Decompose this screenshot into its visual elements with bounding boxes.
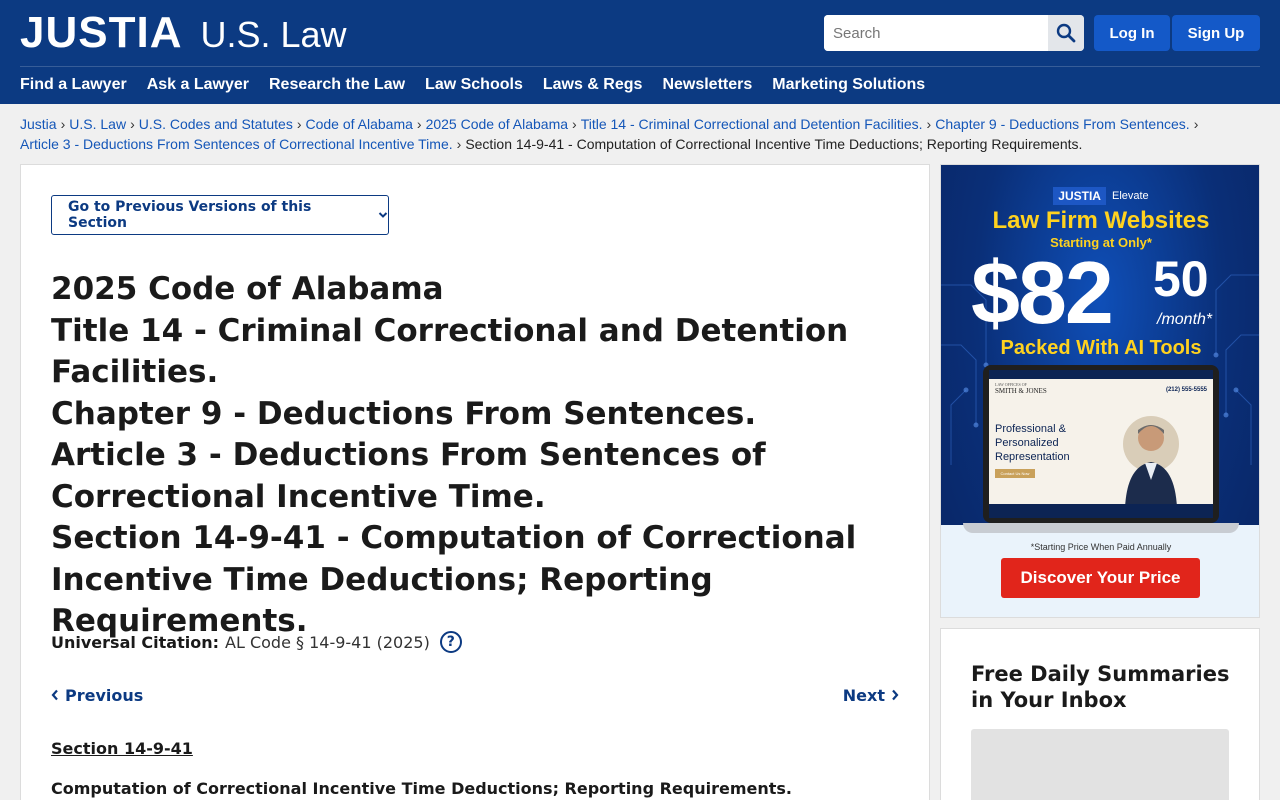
search-box bbox=[824, 15, 1084, 51]
sample-firm-name: SMITH & JONES bbox=[995, 387, 1047, 395]
header-divider bbox=[20, 66, 1260, 67]
nav-ask-a-lawyer[interactable]: Ask a Lawyer bbox=[147, 73, 249, 99]
nav-marketing-solutions[interactable]: Marketing Solutions bbox=[772, 73, 925, 99]
page-title: 2025 Code of Alabama Title 14 - Criminal… bbox=[51, 269, 901, 643]
breadcrumb-separator: › bbox=[60, 116, 66, 132]
breadcrumb-link[interactable]: Chapter 9 - Deductions From Sentences. bbox=[935, 116, 1189, 132]
nav-research-the-law[interactable]: Research the Law bbox=[269, 73, 405, 99]
heading-article: Article 3 - Deductions From Sentences of… bbox=[51, 437, 766, 515]
nav-find-a-lawyer[interactable]: Find a Lawyer bbox=[20, 73, 127, 99]
nav-newsletters[interactable]: Newsletters bbox=[662, 73, 752, 99]
previous-versions-button[interactable]: Go to Previous Versions of this Section bbox=[51, 195, 389, 235]
login-button[interactable]: Log In bbox=[1094, 15, 1170, 51]
breadcrumb-link[interactable]: U.S. Law bbox=[69, 116, 126, 132]
advertisement[interactable]: JUSTIA Elevate Law Firm Websites Startin… bbox=[940, 164, 1260, 618]
newsletter-signup-area[interactable] bbox=[971, 729, 1229, 800]
justia-logo[interactable]: JUSTIA bbox=[20, 10, 182, 56]
sample-site-nav bbox=[989, 370, 1213, 379]
breadcrumb-separator: › bbox=[1193, 116, 1199, 132]
section-title: Computation of Correctional Incentive Ti… bbox=[51, 779, 792, 798]
heading-chapter: Chapter 9 - Deductions From Sentences. bbox=[51, 395, 757, 432]
citation-value: AL Code § 14-9-41 (2025) bbox=[225, 632, 430, 652]
laptop-illustration: LAW OFFICES OF SMITH & JONES (212) 555-5… bbox=[963, 365, 1239, 541]
laptop-base bbox=[963, 523, 1239, 533]
sample-phone: (212) 555-5555 bbox=[1165, 387, 1207, 393]
discover-price-button[interactable]: Discover Your Price bbox=[1001, 558, 1200, 598]
main-content: Go to Previous Versions of this Section … bbox=[20, 164, 930, 800]
ad-fine-print: *Starting Price When Paid Annually bbox=[1030, 542, 1172, 552]
chevron-right-icon bbox=[892, 689, 899, 701]
ad-price-unit: /month* bbox=[1157, 311, 1213, 328]
chevron-left-icon bbox=[51, 689, 58, 701]
universal-citation: Universal Citation: AL Code § 14-9-41 (2… bbox=[51, 629, 462, 655]
breadcrumb-link[interactable]: Justia bbox=[20, 116, 57, 132]
ad-brand: JUSTIA Elevate bbox=[941, 187, 1259, 205]
nav-laws-regs[interactable]: Laws & Regs bbox=[543, 73, 643, 99]
main-nav: Find a Lawyer Ask a Lawyer Research the … bbox=[20, 73, 945, 99]
site-header: JUSTIA U.S. Law Log In Sign Up Find a La… bbox=[0, 0, 1280, 104]
previous-versions-label: Go to Previous Versions of this Section bbox=[68, 199, 312, 231]
ad-price-main: $82 bbox=[971, 243, 1114, 342]
laptop-screen: LAW OFFICES OF SMITH & JONES (212) 555-5… bbox=[983, 365, 1219, 523]
breadcrumb: Justia › U.S. Law › U.S. Codes and Statutes ›… bbox=[20, 114, 1260, 154]
sample-website: LAW OFFICES OF SMITH & JONES (212) 555-5… bbox=[989, 370, 1213, 518]
help-icon[interactable]: ? bbox=[439, 631, 462, 653]
breadcrumb-separator: › bbox=[572, 116, 577, 132]
breadcrumb-link[interactable]: Title 14 - Criminal Correctional and Det… bbox=[581, 116, 923, 132]
next-link[interactable]: Next bbox=[843, 684, 899, 706]
heading-title: Title 14 - Criminal Correctional and Det… bbox=[51, 312, 849, 391]
search-button[interactable] bbox=[1048, 15, 1084, 51]
breadcrumb-separator: › bbox=[456, 136, 462, 152]
breadcrumb-separator: › bbox=[130, 116, 135, 132]
ad-price-cents: 50 bbox=[1153, 251, 1209, 307]
search-input[interactable] bbox=[824, 15, 1048, 51]
breadcrumb-link[interactable]: 2025 Code of Alabama bbox=[426, 116, 568, 132]
citation-label: Universal Citation: bbox=[51, 632, 219, 652]
ad-justia-logo: JUSTIA bbox=[1053, 187, 1106, 205]
heading-section: Section 14-9-41 - Computation of Correct… bbox=[51, 520, 857, 639]
previous-label: Previous bbox=[65, 685, 144, 705]
nav-law-schools[interactable]: Law Schools bbox=[425, 73, 523, 99]
ad-ai-tools: Packed With AI Tools bbox=[1000, 337, 1202, 359]
breadcrumb-link[interactable]: U.S. Codes and Statutes bbox=[139, 116, 293, 132]
breadcrumb-separator: › bbox=[296, 116, 302, 132]
brand-subtitle[interactable]: U.S. Law bbox=[200, 12, 346, 58]
breadcrumb-link[interactable]: Article 3 - Deductions From Sentences of… bbox=[20, 136, 453, 152]
ad-brand-sub: Elevate bbox=[1111, 190, 1149, 202]
search-icon bbox=[1056, 23, 1076, 43]
newsletter-card: Free Daily Summaries in Your Inbox bbox=[940, 628, 1260, 800]
breadcrumb-separator: › bbox=[926, 116, 932, 132]
breadcrumb-separator: › bbox=[416, 116, 422, 132]
breadcrumb-current: Section 14-9-41 - Computation of Correct… bbox=[465, 136, 1083, 152]
sample-site-footer bbox=[989, 504, 1213, 518]
ad-headline: Law Firm Websites bbox=[992, 207, 1210, 234]
newsletter-title: Free Daily Summaries in Your Inbox bbox=[971, 662, 1230, 712]
breadcrumb-link[interactable]: Code of Alabama bbox=[306, 116, 413, 132]
sample-tagline: Professional & Personalized Representati… bbox=[995, 423, 1070, 463]
brand[interactable]: JUSTIA U.S. Law bbox=[20, 10, 347, 56]
signup-button[interactable]: Sign Up bbox=[1172, 15, 1260, 51]
previous-link[interactable]: Previous bbox=[51, 684, 143, 706]
attorney-portrait bbox=[1123, 416, 1179, 508]
section-number: Section 14-9-41 bbox=[51, 739, 193, 758]
heading-code: 2025 Code of Alabama bbox=[51, 271, 444, 307]
next-label: Next bbox=[842, 685, 885, 705]
sample-cta: Contact Us Now bbox=[995, 469, 1035, 478]
chevron-down-icon bbox=[378, 211, 388, 219]
